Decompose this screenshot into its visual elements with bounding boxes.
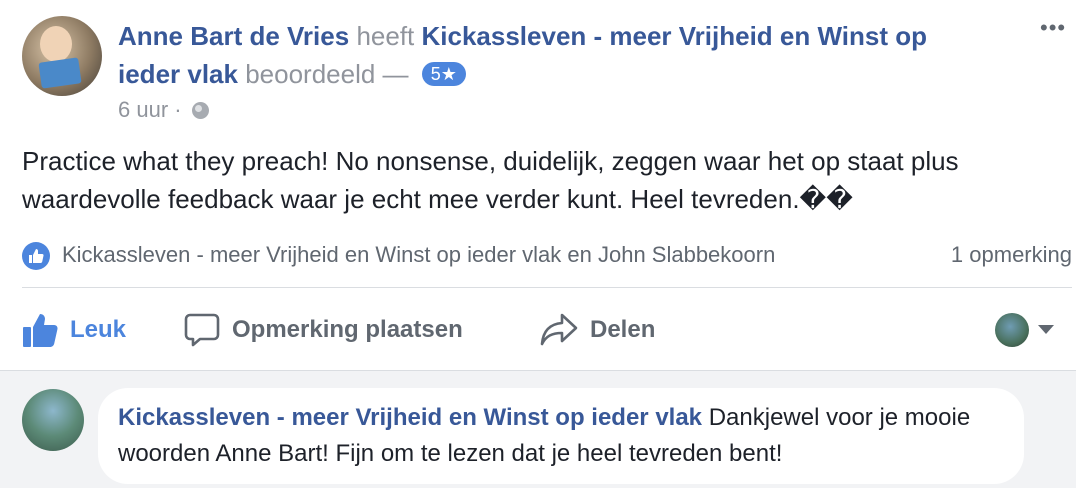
like-reaction-icon (22, 242, 50, 270)
more-options-icon[interactable]: ••• (1040, 17, 1074, 39)
page-name-link[interactable]: Kickassleven - meer Vrijheid en Winst op (422, 21, 928, 51)
post-body: Practice what they preach! No nonsense, … (22, 146, 959, 214)
comment-icon (184, 313, 220, 347)
reactions-bar[interactable]: Kickassleven - meer Vrijheid en Winst op… (22, 238, 1072, 272)
post-meta: 6 uur · (118, 96, 209, 124)
action-word: beoordeeld — (245, 59, 409, 89)
caret-down-icon[interactable] (1038, 325, 1054, 334)
viewer-avatar[interactable] (995, 313, 1029, 347)
comment-count[interactable]: 1 opmerking (951, 238, 1072, 272)
author-avatar[interactable] (22, 16, 102, 96)
comment-label: Opmerking plaatsen (232, 316, 463, 343)
reaction-names[interactable]: Kickassleven - meer Vrijheid en Winst op… (62, 238, 775, 272)
commenter-name-link[interactable]: Kickassleven - meer Vrijheid en Winst op… (118, 404, 702, 431)
meta-separator: · (174, 97, 182, 122)
divider (22, 287, 1072, 288)
author-name-link[interactable]: Anne Bart de Vries (118, 21, 349, 51)
comments-section: Kickassleven - meer Vrijheid en Winst op… (0, 370, 1076, 488)
rating-badge: 5★ (421, 62, 466, 86)
commenter-avatar[interactable] (22, 389, 84, 451)
share-icon (540, 313, 578, 346)
avatar-face (40, 26, 72, 62)
share-label: Delen (590, 316, 656, 343)
verb-text: heeft (356, 21, 415, 51)
share-button[interactable]: Delen (540, 308, 655, 352)
like-icon (23, 314, 58, 347)
comment-button[interactable]: Opmerking plaatsen (184, 308, 463, 352)
post-time[interactable]: 6 uur (118, 97, 168, 122)
comment-content: Kickassleven - meer Vrijheid en Winst op… (118, 400, 1008, 472)
post-header-line-2: ieder vlak beoordeeld — 5★ (118, 55, 1018, 93)
page-name-link-cont[interactable]: ieder vlak (118, 59, 238, 89)
globe-icon[interactable] (191, 102, 209, 119)
avatar-book (38, 57, 82, 89)
post-header-line-1: Anne Bart de Vries heeft Kickassleven - … (118, 17, 1018, 55)
comment-bubble: Kickassleven - meer Vrijheid en Winst op… (98, 388, 1024, 484)
like-label: Leuk (70, 316, 127, 343)
like-button[interactable]: Leuk (22, 308, 126, 352)
